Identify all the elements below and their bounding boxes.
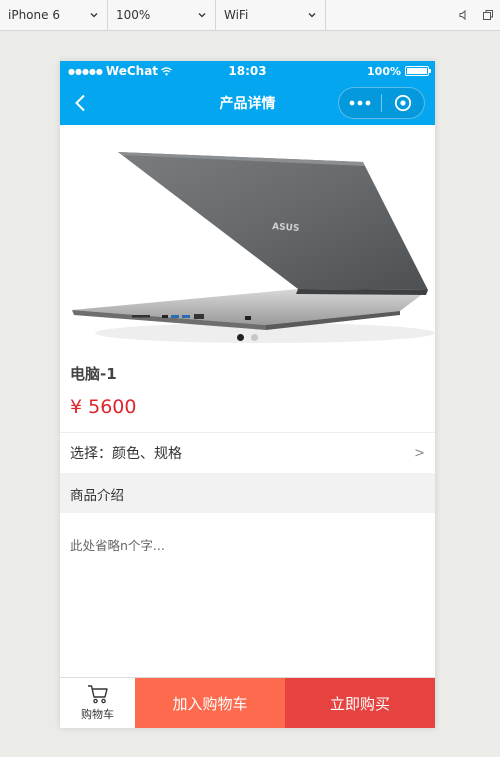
chevron-down-icon <box>198 13 206 18</box>
carrier-name: WeChat <box>105 64 159 78</box>
shopping-cart-icon <box>87 685 108 704</box>
intro-section-header: 商品介绍 <box>60 474 435 513</box>
target-circle-icon <box>394 94 412 112</box>
chevron-right-icon: > <box>414 445 425 461</box>
chevron-down-icon <box>308 13 316 18</box>
carousel-dot[interactable] <box>237 334 244 341</box>
device-select-value: iPhone 6 <box>8 8 60 22</box>
status-bar: ●●●●● WeChat 18:03 100% <box>60 61 435 81</box>
battery-icon <box>405 66 431 76</box>
spec-selector[interactable]: 选择：颜色、规格 > <box>60 433 435 474</box>
svg-text:ASUS: ASUS <box>272 222 300 234</box>
device-select[interactable]: iPhone 6 <box>0 0 108 31</box>
detach-window-button[interactable] <box>476 0 500 31</box>
add-to-cart-button[interactable]: 加入购物车 <box>135 678 285 728</box>
chevron-down-icon <box>90 13 98 18</box>
zoom-select-value: 100% <box>116 8 151 22</box>
product-info: 电脑-1 ¥ 5600 <box>60 351 435 433</box>
product-name: 电脑-1 <box>70 365 117 383</box>
cart-tab[interactable]: 购物车 <box>60 678 135 728</box>
simulator-toolbar: iPhone 6 100% WiFi <box>0 0 500 31</box>
wifi-icon <box>161 66 172 75</box>
page-title: 产品详情 <box>219 96 276 112</box>
product-price: ¥ 5600 <box>70 396 137 418</box>
bottom-action-bar: 购物车 加入购物车 立即购买 <box>60 677 435 728</box>
window-icon <box>483 10 493 20</box>
signal-icon: ●●●●● <box>68 66 103 76</box>
intro-description: 此处省略n个字... <box>70 538 165 553</box>
product-image-carousel[interactable]: ASUS <box>60 125 435 351</box>
laptop-image: ASUS <box>72 152 435 343</box>
network-select[interactable]: WiFi <box>216 0 326 31</box>
battery-percent: 100% <box>367 64 401 78</box>
speaker-icon <box>459 9 466 21</box>
carousel-indicator <box>60 334 435 341</box>
carousel-dot[interactable] <box>251 334 258 341</box>
buy-now-button[interactable]: 立即购买 <box>285 678 435 728</box>
intro-header-label: 商品介绍 <box>70 487 124 504</box>
mute-button[interactable] <box>452 0 476 31</box>
more-dots-icon <box>349 100 371 106</box>
close-miniprogram-button[interactable] <box>382 88 424 118</box>
chevron-left-icon <box>75 94 85 112</box>
cart-label: 购物车 <box>81 708 114 721</box>
network-select-value: WiFi <box>224 8 249 22</box>
spec-label: 选择：颜色、规格 <box>70 446 182 462</box>
status-left: ●●●●● WeChat <box>68 64 172 78</box>
status-right: 100% <box>367 64 431 78</box>
battery-fill <box>407 68 427 74</box>
more-button[interactable] <box>339 88 381 118</box>
miniprogram-capsule <box>338 87 425 119</box>
back-button[interactable] <box>68 91 92 115</box>
phone-screen: ●●●●● WeChat 18:03 100% 产品详情 ASUS 电脑-1 ¥… <box>60 61 435 728</box>
navigation-bar: 产品详情 <box>60 81 435 125</box>
zoom-select[interactable]: 100% <box>108 0 216 31</box>
